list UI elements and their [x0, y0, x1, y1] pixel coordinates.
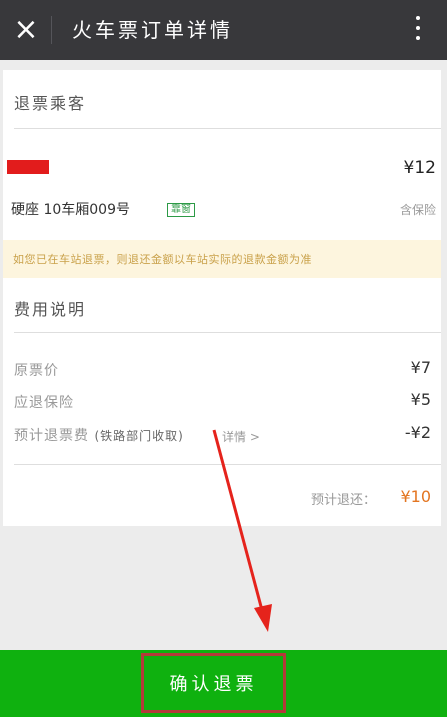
estimated-refund-value: ¥10 — [400, 487, 431, 506]
confirm-refund-button[interactable]: 确认退票 — [141, 653, 286, 713]
insurance-refund-label: 应退保险 — [14, 395, 74, 411]
fees-card: 费用说明 原票价 ¥7 应退保险 ¥5 预计退票费 (铁路部门收取) 详情 > … — [3, 278, 441, 526]
divider — [14, 332, 441, 333]
estimated-refund-label: 预计退还： — [311, 493, 377, 508]
original-price-value: ¥7 — [410, 358, 431, 377]
divider — [14, 128, 441, 129]
passenger-card: 退票乘客 ¥12 硬座 10车厢009号 靠窗 含保险 — [3, 70, 441, 240]
fees-section-title: 费用说明 — [14, 300, 87, 319]
insurance-tag: 含保险 — [399, 203, 436, 217]
refund-fee-label: 预计退票费 (铁路部门收取) — [14, 425, 184, 445]
more-options-icon[interactable] — [415, 16, 421, 44]
refund-fee-note: (铁路部门收取) — [94, 429, 184, 443]
insurance-refund-value: ¥5 — [410, 390, 431, 409]
header-divider — [51, 16, 52, 44]
passenger-name-redacted — [7, 160, 49, 174]
window-seat-badge: 靠窗 — [167, 203, 195, 217]
refund-notice-text: 如您已在车站退票，则退还金额以车站实际的退款金额为准 — [13, 253, 312, 266]
refund-fee-value: -¥2 — [404, 423, 431, 442]
divider — [14, 464, 441, 465]
refund-fee-label-text: 预计退票费 — [14, 428, 89, 444]
passenger-section-title: 退票乘客 — [14, 94, 87, 113]
close-icon[interactable]: × — [13, 12, 39, 48]
bottom-action-bar: 确认退票 — [0, 650, 447, 717]
original-price-label: 原票价 — [14, 363, 59, 379]
refund-fee-details-link[interactable]: 详情 > — [222, 428, 260, 445]
seat-info: 硬座 10车厢009号 — [11, 202, 130, 218]
refund-notice: 如您已在车站退票，则退还金额以车站实际的退款金额为准 — [3, 240, 441, 278]
ticket-price: ¥12 — [403, 158, 436, 178]
page-title: 火车票订单详情 — [72, 18, 233, 42]
app-header: × 火车票订单详情 — [0, 0, 447, 60]
